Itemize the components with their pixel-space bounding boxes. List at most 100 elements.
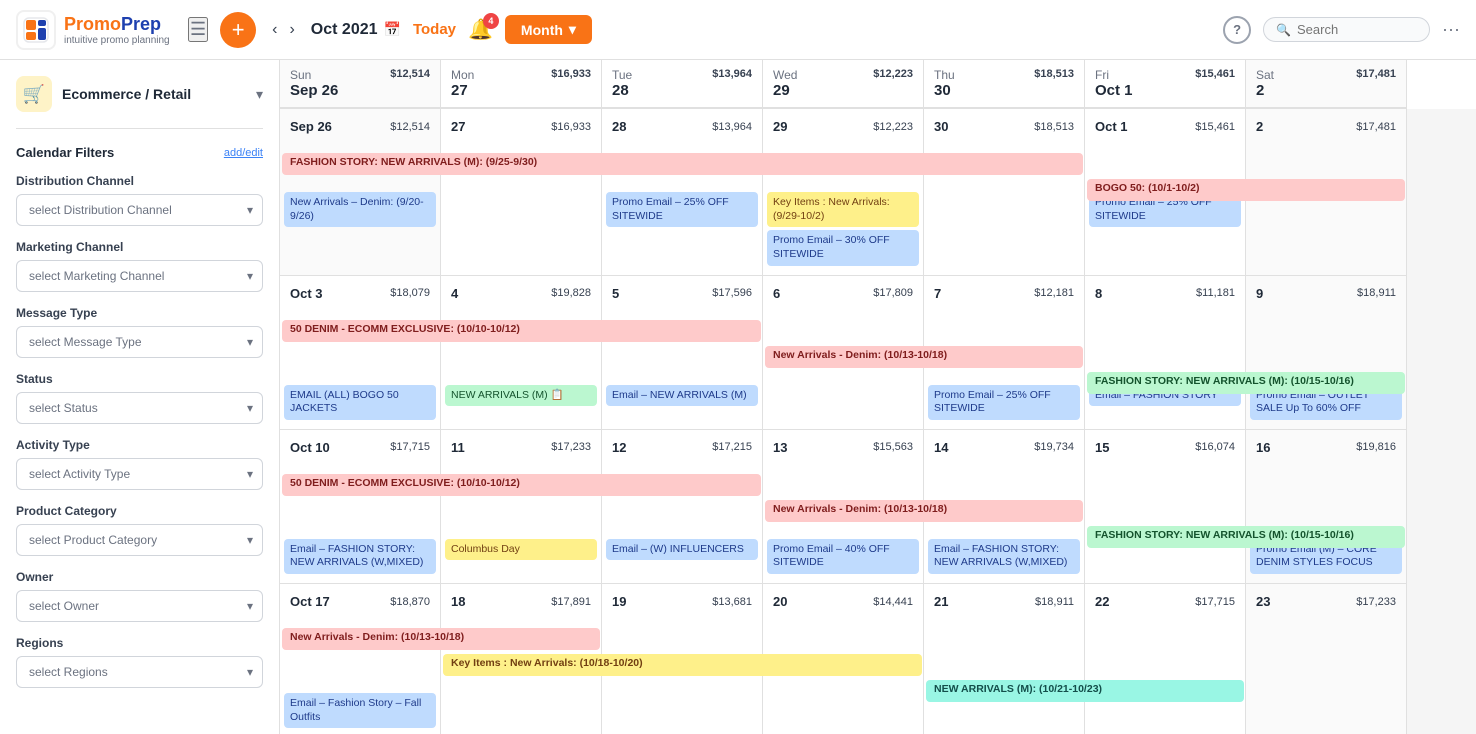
calendar-event[interactable]: Email – FASHION STORY: NEW ARRIVALS (W,M… <box>284 539 436 574</box>
calendar-event[interactable]: Promo Email – 25% OFF SITEWIDE <box>606 192 758 227</box>
cell-date: 21 <box>934 594 948 609</box>
day-cell-w1-d6: 9 $18,911 Promo Email – OUTLET SALE Up T… <box>1246 276 1407 430</box>
cell-date-header: 6 $17,809 <box>767 282 919 307</box>
select-distribution-channel[interactable]: select Distribution Channel <box>16 194 263 226</box>
filter-group-regions: Regions select Regions <box>16 636 263 688</box>
cell-date-header: 8 $11,181 <box>1089 282 1241 307</box>
day-header-amount: $17,481 <box>1356 68 1396 80</box>
chevron-down-icon: ▾ <box>569 21 576 38</box>
filter-label-activity-type: Activity Type <box>16 438 263 452</box>
cell-amount: $18,911 <box>1035 596 1074 608</box>
cell-amount: $18,911 <box>1357 287 1396 299</box>
select-product-category[interactable]: select Product Category <box>16 524 263 556</box>
add-edit-link[interactable]: add/edit <box>224 147 263 159</box>
cell-date: 5 <box>612 286 619 301</box>
cell-amount: $16,074 <box>1195 441 1235 453</box>
cell-amount: $13,964 <box>712 121 752 133</box>
logo-area: PromoPrep intuitive promo planning <box>16 10 176 50</box>
select-regions[interactable]: select Regions <box>16 656 263 688</box>
filter-group-activity-type: Activity Type select Activity Type <box>16 438 263 490</box>
cell-amount: $17,715 <box>390 441 430 453</box>
day-header-amount: $12,223 <box>873 68 913 80</box>
select-status[interactable]: select Status <box>16 392 263 424</box>
cell-date-header: 18 $17,891 <box>445 590 597 615</box>
day-header: Sat $17,481 2 <box>1246 60 1407 109</box>
notifications[interactable]: 🔔 4 <box>468 17 493 42</box>
search-input[interactable] <box>1297 22 1417 37</box>
cell-date-header: Oct 17 $18,870 <box>284 590 436 615</box>
calendar-event[interactable]: Promo Email – 40% OFF SITEWIDE <box>767 539 919 574</box>
span-bar-event[interactable]: 50 DENIM - ECOMM EXCLUSIVE: (10/10-10/12… <box>282 474 761 496</box>
calendar-event[interactable]: Email – FASHION STORY: NEW ARRIVALS (W,M… <box>928 539 1080 574</box>
cell-amount: $19,816 <box>1356 441 1396 453</box>
day-cell-w3-d5: 22 $17,715 <box>1085 584 1246 734</box>
cell-date: Oct 1 <box>1095 119 1128 134</box>
day-cell-w2-d1: 11 $17,233 Columbus Day <box>441 430 602 584</box>
filter-group-owner: Owner select Owner <box>16 570 263 622</box>
calendar-event[interactable]: New Arrivals – Denim: (9/20-9/26) <box>284 192 436 227</box>
cell-date: 6 <box>773 286 780 301</box>
help-button[interactable]: ? <box>1223 16 1251 44</box>
span-bar-event[interactable]: New Arrivals - Denim: (10/13-10/18) <box>765 346 1083 368</box>
next-month-button[interactable]: › <box>285 17 298 43</box>
calendar-area[interactable]: Sun $12,514 Sep 26 Mon $16,933 27 Tue $1… <box>280 60 1476 734</box>
cell-amount: $17,215 <box>712 441 752 453</box>
day-cell-w3-d6: 23 $17,233 <box>1246 584 1407 734</box>
filters-header: Calendar Filters add/edit <box>16 145 263 160</box>
cell-date-header: 11 $17,233 <box>445 436 597 461</box>
calendar-event[interactable]: Email – (W) INFLUENCERS <box>606 539 758 561</box>
cell-date-header: 2 $17,481 <box>1250 115 1402 140</box>
calendar-event[interactable]: Promo Email – 30% OFF SITEWIDE <box>767 230 919 265</box>
cell-date-header: 20 $14,441 <box>767 590 919 615</box>
cell-date: Oct 17 <box>290 594 330 609</box>
cell-date-header: 27 $16,933 <box>445 115 597 140</box>
day-cell-w2-d6: 16 $19,816 Promo Email (M) – CORE DENIM … <box>1246 430 1407 584</box>
calendar-event[interactable]: Columbus Day <box>445 539 597 561</box>
day-header-amount: $16,933 <box>551 68 591 80</box>
cell-amount: $15,461 <box>1195 121 1235 133</box>
more-options-button[interactable]: ··· <box>1442 19 1460 40</box>
filter-label-regions: Regions <box>16 636 263 650</box>
calendar-grid: Sun $12,514 Sep 26 Mon $16,933 27 Tue $1… <box>280 60 1476 734</box>
day-cell-w1-d1: 4 $19,828 NEW ARRIVALS (M) 📋 <box>441 276 602 430</box>
span-bar-event[interactable]: BOGO 50: (10/1-10/2) <box>1087 179 1405 201</box>
select-message-type[interactable]: select Message Type <box>16 326 263 358</box>
day-header: Tue $13,964 28 <box>602 60 763 109</box>
day-header-amount: $18,513 <box>1034 68 1074 80</box>
cell-date-header: Sep 26 $12,514 <box>284 115 436 140</box>
hamburger-menu[interactable]: ☰ <box>188 17 208 42</box>
day-cell-w0-d2: 28 $13,964 Promo Email – 25% OFF SITEWID… <box>602 109 763 276</box>
calendar-event[interactable]: NEW ARRIVALS (M) 📋 <box>445 385 597 407</box>
span-bar-event[interactable]: FASHION STORY: NEW ARRIVALS (M): (10/15-… <box>1087 526 1405 548</box>
search-box: 🔍 <box>1263 17 1430 42</box>
span-bar-event[interactable]: FASHION STORY: NEW ARRIVALS (M): (10/15-… <box>1087 372 1405 394</box>
span-bar-event[interactable]: New Arrivals - Denim: (10/13-10/18) <box>765 500 1083 522</box>
cell-date: 7 <box>934 286 941 301</box>
calendar-event[interactable]: EMAIL (ALL) BOGO 50 JACKETS <box>284 385 436 420</box>
select-owner[interactable]: select Owner <box>16 590 263 622</box>
add-button[interactable]: + <box>220 12 256 48</box>
org-chevron-icon[interactable]: ▾ <box>256 86 263 103</box>
cell-amount: $19,734 <box>1034 441 1074 453</box>
prev-month-button[interactable]: ‹ <box>268 17 281 43</box>
span-bar-event[interactable]: 50 DENIM - ECOMM EXCLUSIVE: (10/10-10/12… <box>282 320 761 342</box>
select-marketing-channel[interactable]: select Marketing Channel <box>16 260 263 292</box>
calendar-event[interactable]: Email – Fashion Story – Fall Outfits <box>284 693 436 728</box>
cell-date-header: 22 $17,715 <box>1089 590 1241 615</box>
calendar-event[interactable]: Promo Email – 25% OFF SITEWIDE <box>928 385 1080 420</box>
select-activity-type[interactable]: select Activity Type <box>16 458 263 490</box>
span-bar-event[interactable]: FASHION STORY: NEW ARRIVALS (M): (9/25-9… <box>282 153 1083 175</box>
day-cell-w1-d2: 5 $17,596 Email – NEW ARRIVALS (M) <box>602 276 763 430</box>
cell-amount: $17,233 <box>551 441 591 453</box>
view-mode-button[interactable]: Month ▾ <box>505 15 592 44</box>
span-bar-event[interactable]: New Arrivals - Denim: (10/13-10/18) <box>282 628 600 650</box>
span-bar-event[interactable]: NEW ARRIVALS (M): (10/21-10/23) <box>926 680 1244 702</box>
today-button[interactable]: Today <box>413 21 456 38</box>
calendar-event[interactable]: Email – NEW ARRIVALS (M) <box>606 385 758 407</box>
filter-groups: Distribution Channel select Distribution… <box>16 174 263 688</box>
calendar-event[interactable]: Key Items : New Arrivals: (9/29-10/2) <box>767 192 919 227</box>
span-bar-event[interactable]: Key Items : New Arrivals: (10/18-10/20) <box>443 654 922 676</box>
filter-group-distribution-channel: Distribution Channel select Distribution… <box>16 174 263 226</box>
day-cell-w2-d2: 12 $17,215 Email – (W) INFLUENCERS <box>602 430 763 584</box>
filter-label-marketing-channel: Marketing Channel <box>16 240 263 254</box>
